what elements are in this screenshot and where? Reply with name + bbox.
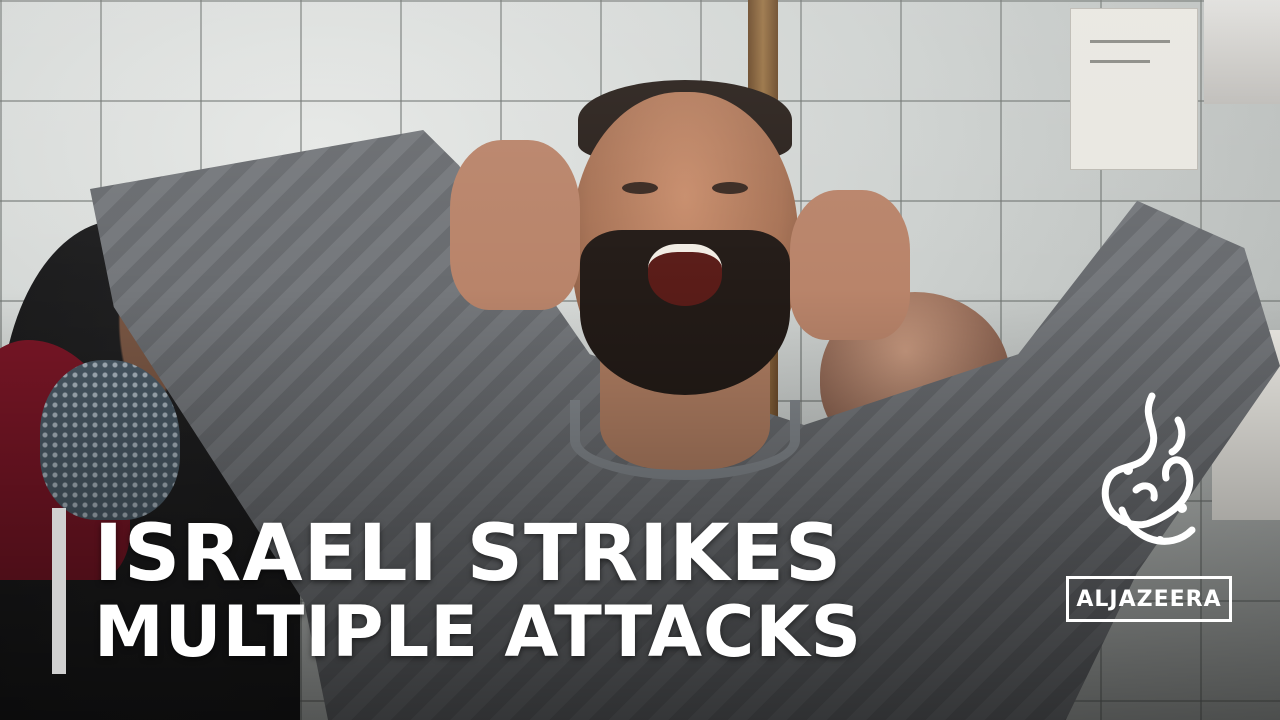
aljazeera-calligraphy-icon bbox=[1101, 392, 1196, 545]
aljazeera-wordmark: ALJAZEERA bbox=[1066, 576, 1232, 622]
headline-line-1: ISRAELI STRIKES bbox=[94, 509, 843, 599]
headline-line-2: MULTIPLE ATTACKS bbox=[94, 591, 863, 673]
headline-accent-bar bbox=[52, 508, 66, 674]
video-thumbnail: ISRAELI STRIKES MULTIPLE ATTACKS ALJAZEE… bbox=[0, 0, 1280, 720]
